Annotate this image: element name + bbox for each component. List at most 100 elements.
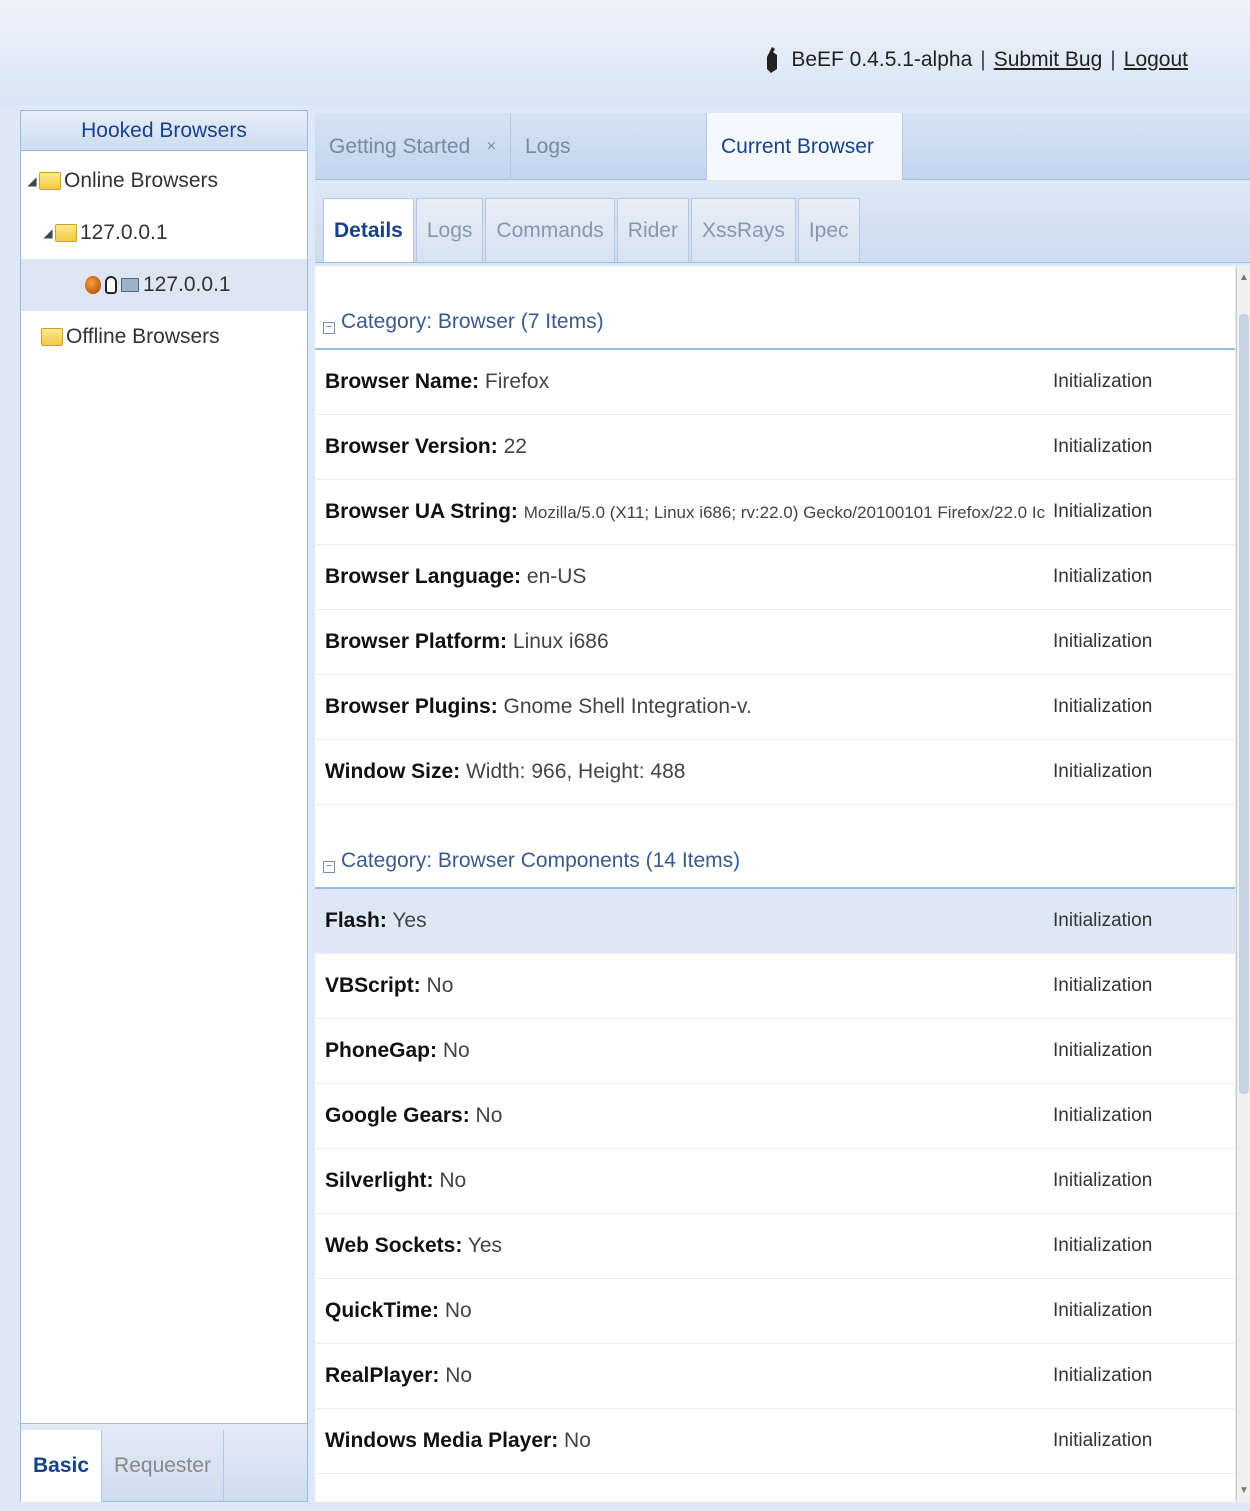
row-value: Mozilla/5.0 (X11; Linux i686; rv:22.0) G… (523, 503, 1045, 522)
table-row[interactable]: Browser Plugins: Gnome Shell Integration… (315, 675, 1235, 740)
row-key: Web Sockets: (325, 1234, 463, 1257)
subtab-logs[interactable]: Logs (415, 198, 484, 262)
tab-logs[interactable]: Logs (511, 113, 707, 180)
tree-node-offline[interactable]: Offline Browsers (21, 311, 307, 363)
table-row[interactable]: VBScript: No Initialization (315, 954, 1235, 1019)
tab-requester[interactable]: Requester (102, 1430, 224, 1502)
table-row[interactable]: Browser Version: 22 Initialization (315, 415, 1235, 480)
table-row[interactable]: RealPlayer: No Initialization (315, 1344, 1235, 1409)
subtab-rider[interactable]: Rider (616, 198, 689, 262)
tab-getting-started[interactable]: Getting Started × (315, 113, 511, 180)
row-value: en-US (526, 565, 587, 588)
left-panel-tabs: Basic Requester (21, 1423, 307, 1502)
panel-title: Hooked Browsers (21, 111, 307, 151)
row-key: Browser Platform: (325, 630, 508, 653)
firefox-icon (85, 276, 101, 294)
row-value: No (426, 974, 454, 997)
tree-node-domain[interactable]: ◢ 127.0.0.1 (21, 207, 307, 259)
row-source: Initialization (1053, 566, 1153, 587)
group-title: Category: Browser (7 Items) (341, 310, 604, 333)
browser-ip-label: 127.0.0.1 (143, 273, 231, 296)
row-value: 22 (503, 435, 527, 458)
close-icon[interactable]: × (487, 113, 496, 180)
scroll-down-icon[interactable]: ▼ (1238, 1485, 1250, 1496)
row-value: Yes (467, 1234, 503, 1257)
online-browsers-label: Online Browsers (64, 169, 219, 192)
group-header-components[interactable]: − Category: Browser Components (14 Items… (315, 805, 1235, 889)
row-key: Browser Plugins: (325, 695, 498, 718)
row-key: Flash: (325, 909, 387, 932)
row-key: RealPlayer: (325, 1364, 440, 1387)
table-row[interactable]: Browser Platform: Linux i686 Initializat… (315, 610, 1235, 675)
row-key: QuickTime: (325, 1299, 439, 1322)
subtab-ipec[interactable]: Ipec (797, 198, 860, 262)
row-key: Browser Name: (325, 370, 480, 393)
details-grid: − Category: Browser (7 Items) Browser Na… (315, 266, 1235, 1502)
tab-basic[interactable]: Basic (21, 1430, 103, 1502)
row-value: Firefox (484, 370, 550, 393)
group-title: Category: Browser Components (14 Items) (341, 849, 741, 872)
browser-tree: ◢ Online Browsers ◢ 127.0.0.1 127.0.0.1 … (21, 151, 307, 363)
row-value: No (444, 1299, 472, 1322)
tab-current-browser[interactable]: Current Browser (707, 113, 903, 180)
tree-node-online[interactable]: ◢ Online Browsers (21, 155, 307, 207)
logout-link[interactable]: Logout (1124, 48, 1188, 72)
row-key: Windows Media Player: (325, 1429, 559, 1452)
group-header-browser[interactable]: − Category: Browser (7 Items) (315, 266, 1235, 350)
row-value: Linux i686 (512, 630, 609, 653)
row-source: Initialization (1053, 1105, 1153, 1126)
table-row[interactable]: Windows Media Player: No Initialization (315, 1409, 1235, 1474)
submit-bug-link[interactable]: Submit Bug (994, 48, 1103, 72)
folder-icon (41, 328, 63, 346)
scroll-up-icon[interactable]: ▲ (1238, 272, 1250, 283)
row-value: No (445, 1364, 473, 1387)
separator: | (980, 48, 986, 71)
row-source: Initialization (1053, 696, 1153, 717)
subtab-details[interactable]: Details (323, 198, 414, 262)
row-source: Initialization (1053, 910, 1153, 931)
row-value: Yes (392, 909, 427, 932)
row-key: Google Gears: (325, 1104, 470, 1127)
collapse-icon[interactable]: − (323, 322, 335, 334)
folder-icon (39, 172, 61, 190)
table-row[interactable]: Flash: Yes Initialization (315, 889, 1235, 954)
version-label: BeEF 0.4.5.1-alpha (791, 48, 973, 71)
expand-arrow-icon[interactable]: ◢ (25, 174, 39, 188)
table-row[interactable]: QuickTime: No Initialization (315, 1279, 1235, 1344)
tab-label: Getting Started (329, 135, 471, 158)
table-row[interactable]: Silverlight: No Initialization (315, 1149, 1235, 1214)
row-source: Initialization (1053, 1235, 1153, 1256)
subtab-commands[interactable]: Commands (485, 198, 615, 262)
table-row[interactable]: Browser UA String: Mozilla/5.0 (X11; Lin… (315, 480, 1235, 545)
scroll-thumb[interactable] (1239, 314, 1249, 1094)
table-row[interactable]: Window Size: Width: 966, Height: 488 Ini… (315, 740, 1235, 805)
row-key: PhoneGap: (325, 1039, 438, 1062)
row-key: Browser UA String: (325, 500, 518, 523)
table-row[interactable]: PhoneGap: No Initialization (315, 1019, 1235, 1084)
table-row[interactable]: Web Sockets: Yes Initialization (315, 1214, 1235, 1279)
table-row[interactable]: Browser Language: en-US Initialization (315, 545, 1235, 610)
row-value: No (439, 1169, 467, 1192)
row-key: Browser Language: (325, 565, 522, 588)
sub-tabbar: Details Logs Commands Rider XssRays Ipec (315, 183, 1250, 263)
row-key: Silverlight: (325, 1169, 434, 1192)
domain-label: 127.0.0.1 (80, 221, 168, 244)
collapse-icon[interactable]: − (323, 861, 335, 873)
expand-arrow-icon[interactable]: ◢ (41, 226, 55, 240)
subtab-xssrays[interactable]: XssRays (690, 198, 796, 262)
computer-icon (121, 278, 139, 292)
row-source: Initialization (1053, 1300, 1153, 1321)
row-value: Gnome Shell Integration-v. (503, 695, 752, 718)
linux-icon (105, 276, 117, 294)
row-value: No (564, 1429, 591, 1452)
row-source: Initialization (1053, 761, 1153, 782)
table-row[interactable]: Browser Name: Firefox Initialization (315, 350, 1235, 415)
row-source: Initialization (1053, 1170, 1153, 1191)
row-source: Initialization (1053, 371, 1153, 392)
folder-icon (55, 224, 77, 242)
tree-node-hooked-browser[interactable]: 127.0.0.1 (21, 259, 307, 311)
table-row[interactable]: Google Gears: No Initialization (315, 1084, 1235, 1149)
row-source: Initialization (1053, 436, 1153, 457)
app-header: BeEF 0.4.5.1-alpha | Submit Bug | Logout (0, 0, 1250, 105)
vertical-scrollbar[interactable]: ▲ ▼ (1236, 266, 1250, 1502)
